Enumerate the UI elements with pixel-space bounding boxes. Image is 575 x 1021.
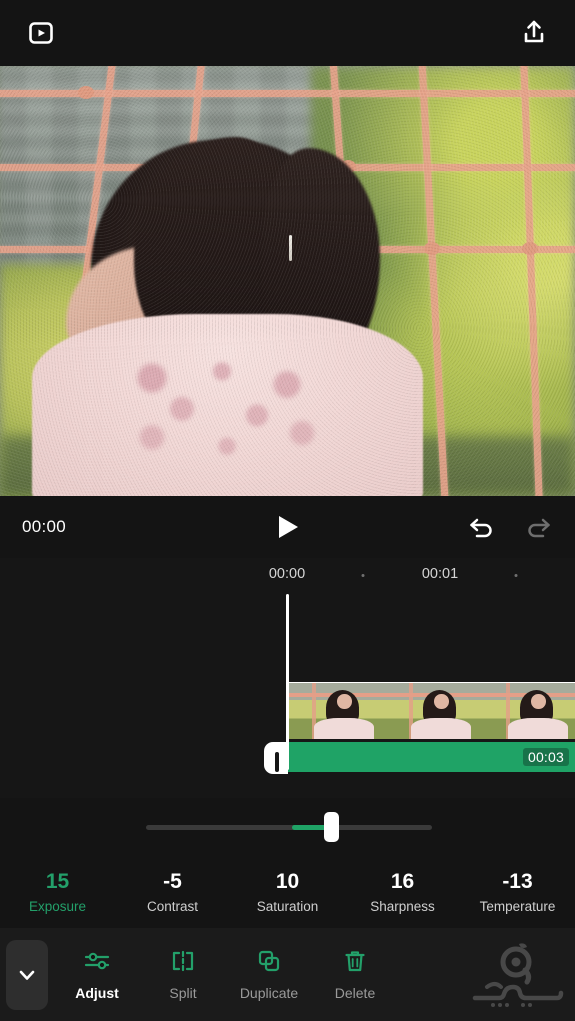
tool-adjust[interactable]: Adjust xyxy=(54,949,140,1001)
adjustment-value: -13 xyxy=(502,870,533,894)
video-preview[interactable] xyxy=(0,66,575,496)
clip-thumbnail xyxy=(481,683,575,739)
tool-label: Delete xyxy=(334,984,376,1001)
timeline[interactable]: 00:00 00:01 00:03 xyxy=(0,558,575,798)
preview-frame-image xyxy=(0,66,575,496)
history-controls xyxy=(467,513,553,541)
adjustment-sharpness[interactable]: 16 Sharpness xyxy=(345,870,460,913)
clip-trim-handle-left[interactable] xyxy=(264,742,288,774)
clip-duration-badge: 00:03 xyxy=(522,748,569,766)
earring xyxy=(288,234,292,261)
tool-delete[interactable]: Delete xyxy=(312,949,398,1001)
adjustment-label: Saturation xyxy=(256,898,319,914)
tool-label: Duplicate xyxy=(239,984,299,1001)
ruler-tick-dot xyxy=(514,574,518,577)
video-editor-app: 00:00 00:00 00:01 00:03 15 Exposure -5 C… xyxy=(0,0,575,1021)
playhead[interactable] xyxy=(286,594,289,770)
ruler-tick-label: 00:01 xyxy=(421,566,459,582)
timeline-ruler: 00:00 00:01 xyxy=(0,558,575,592)
blouse xyxy=(31,314,423,496)
adjustment-exposure[interactable]: 15 Exposure xyxy=(0,870,115,913)
tool-split[interactable]: Split xyxy=(140,949,226,1001)
current-time-label: 00:00 xyxy=(22,517,67,536)
trash-icon xyxy=(343,949,367,978)
playback-bar: 00:00 xyxy=(0,496,575,558)
split-icon xyxy=(170,949,196,978)
duplicate-icon xyxy=(256,949,282,978)
adjustment-saturation[interactable]: 10 Saturation xyxy=(230,870,345,913)
slider-track[interactable] xyxy=(146,824,432,830)
adjustment-values-row: 15 Exposure -5 Contrast 10 Saturation 16… xyxy=(0,856,575,928)
adjustment-slider[interactable] xyxy=(0,798,575,856)
clip-thumbnails xyxy=(287,682,575,739)
adjustment-label: Contrast xyxy=(146,898,199,914)
adjustment-value: 15 xyxy=(45,870,70,894)
undo-icon[interactable] xyxy=(467,513,497,541)
adjustment-contrast[interactable]: -5 Contrast xyxy=(115,870,230,913)
chevron-down-icon[interactable] xyxy=(6,939,48,1010)
top-bar xyxy=(0,0,575,66)
export-upload-icon[interactable] xyxy=(517,16,551,50)
bottom-toolbar: Adjust Split Duplicate Delete xyxy=(0,928,575,1021)
subject-person xyxy=(23,118,449,496)
ruler-tick-label: 00:00 xyxy=(268,566,306,582)
adjustment-label: Temperature xyxy=(479,898,556,914)
ruler-tick-dot xyxy=(361,574,365,577)
play-icon[interactable] xyxy=(273,512,303,542)
adjustment-temperature[interactable]: -13 Temperature xyxy=(460,870,575,913)
arabic-logo-watermark xyxy=(469,940,565,1010)
sliders-icon xyxy=(83,949,111,978)
play-in-box-icon[interactable] xyxy=(24,16,58,50)
adjustment-value: -5 xyxy=(163,870,182,894)
adjustment-label: Exposure xyxy=(28,898,87,914)
clip-thumbnail xyxy=(287,683,384,739)
adjustment-label: Sharpness xyxy=(370,898,435,914)
clip-thumbnail xyxy=(384,683,481,739)
clip-track-bar[interactable]: 00:03 xyxy=(287,742,575,772)
tool-label: Split xyxy=(169,984,197,1001)
adjustment-value: 10 xyxy=(275,870,300,894)
slider-knob[interactable] xyxy=(324,812,339,842)
video-clip[interactable]: 00:03 xyxy=(287,682,575,772)
adjustment-value: 16 xyxy=(390,870,415,894)
redo-icon[interactable] xyxy=(523,513,553,541)
tool-duplicate[interactable]: Duplicate xyxy=(226,949,312,1001)
tool-label: Adjust xyxy=(75,984,119,1001)
